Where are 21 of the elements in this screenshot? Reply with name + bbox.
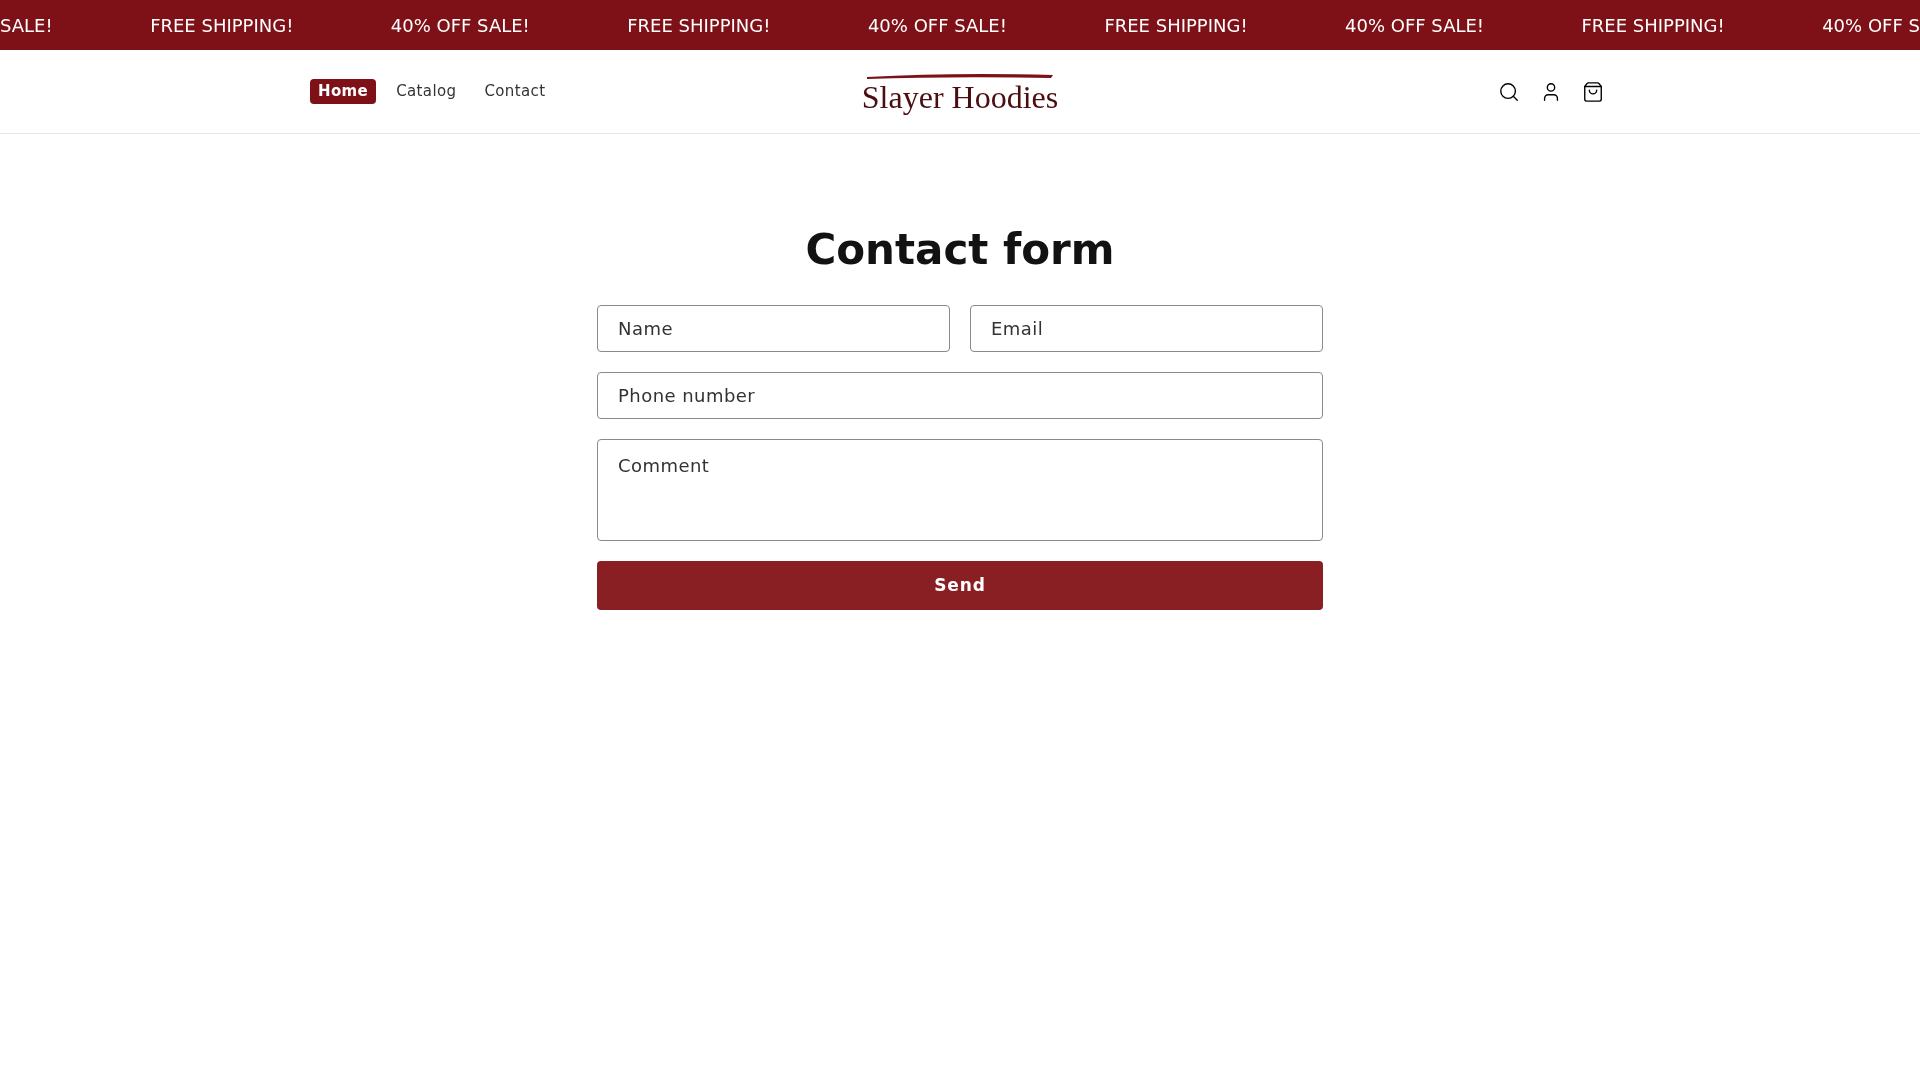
- nav-link[interactable]: Contact: [476, 80, 554, 103]
- nav-link[interactable]: Home: [310, 79, 377, 104]
- announcement-text: 40% OFF S: [1822, 13, 1920, 38]
- announcement-text: 40% OFF SALE!: [1345, 13, 1485, 38]
- comment-field[interactable]: Comment: [597, 439, 1323, 541]
- announcement-text: FREE SHIPPING!: [150, 13, 294, 38]
- search-icon[interactable]: [1498, 80, 1520, 103]
- announcement-text: 40% OFF SALE!: [867, 13, 1007, 38]
- announcement-text: 40% OFF SALE!: [390, 13, 530, 38]
- send-button[interactable]: Send: [597, 561, 1323, 610]
- announcement-text: SALE!: [0, 13, 53, 38]
- input-field[interactable]: Phone number: [597, 372, 1323, 419]
- nav-link[interactable]: Catalog: [388, 80, 465, 103]
- input-field[interactable]: Email: [970, 305, 1323, 352]
- cart-icon[interactable]: [1582, 80, 1604, 103]
- brush-stroke-icon: [865, 71, 1055, 80]
- input-field[interactable]: Name: [597, 305, 950, 352]
- announcement-text: FREE SHIPPING!: [1581, 13, 1725, 38]
- announcement-text: FREE SHIPPING!: [627, 13, 771, 38]
- page-title: Contact form: [804, 224, 1116, 276]
- announcement-text: FREE SHIPPING!: [1104, 13, 1248, 38]
